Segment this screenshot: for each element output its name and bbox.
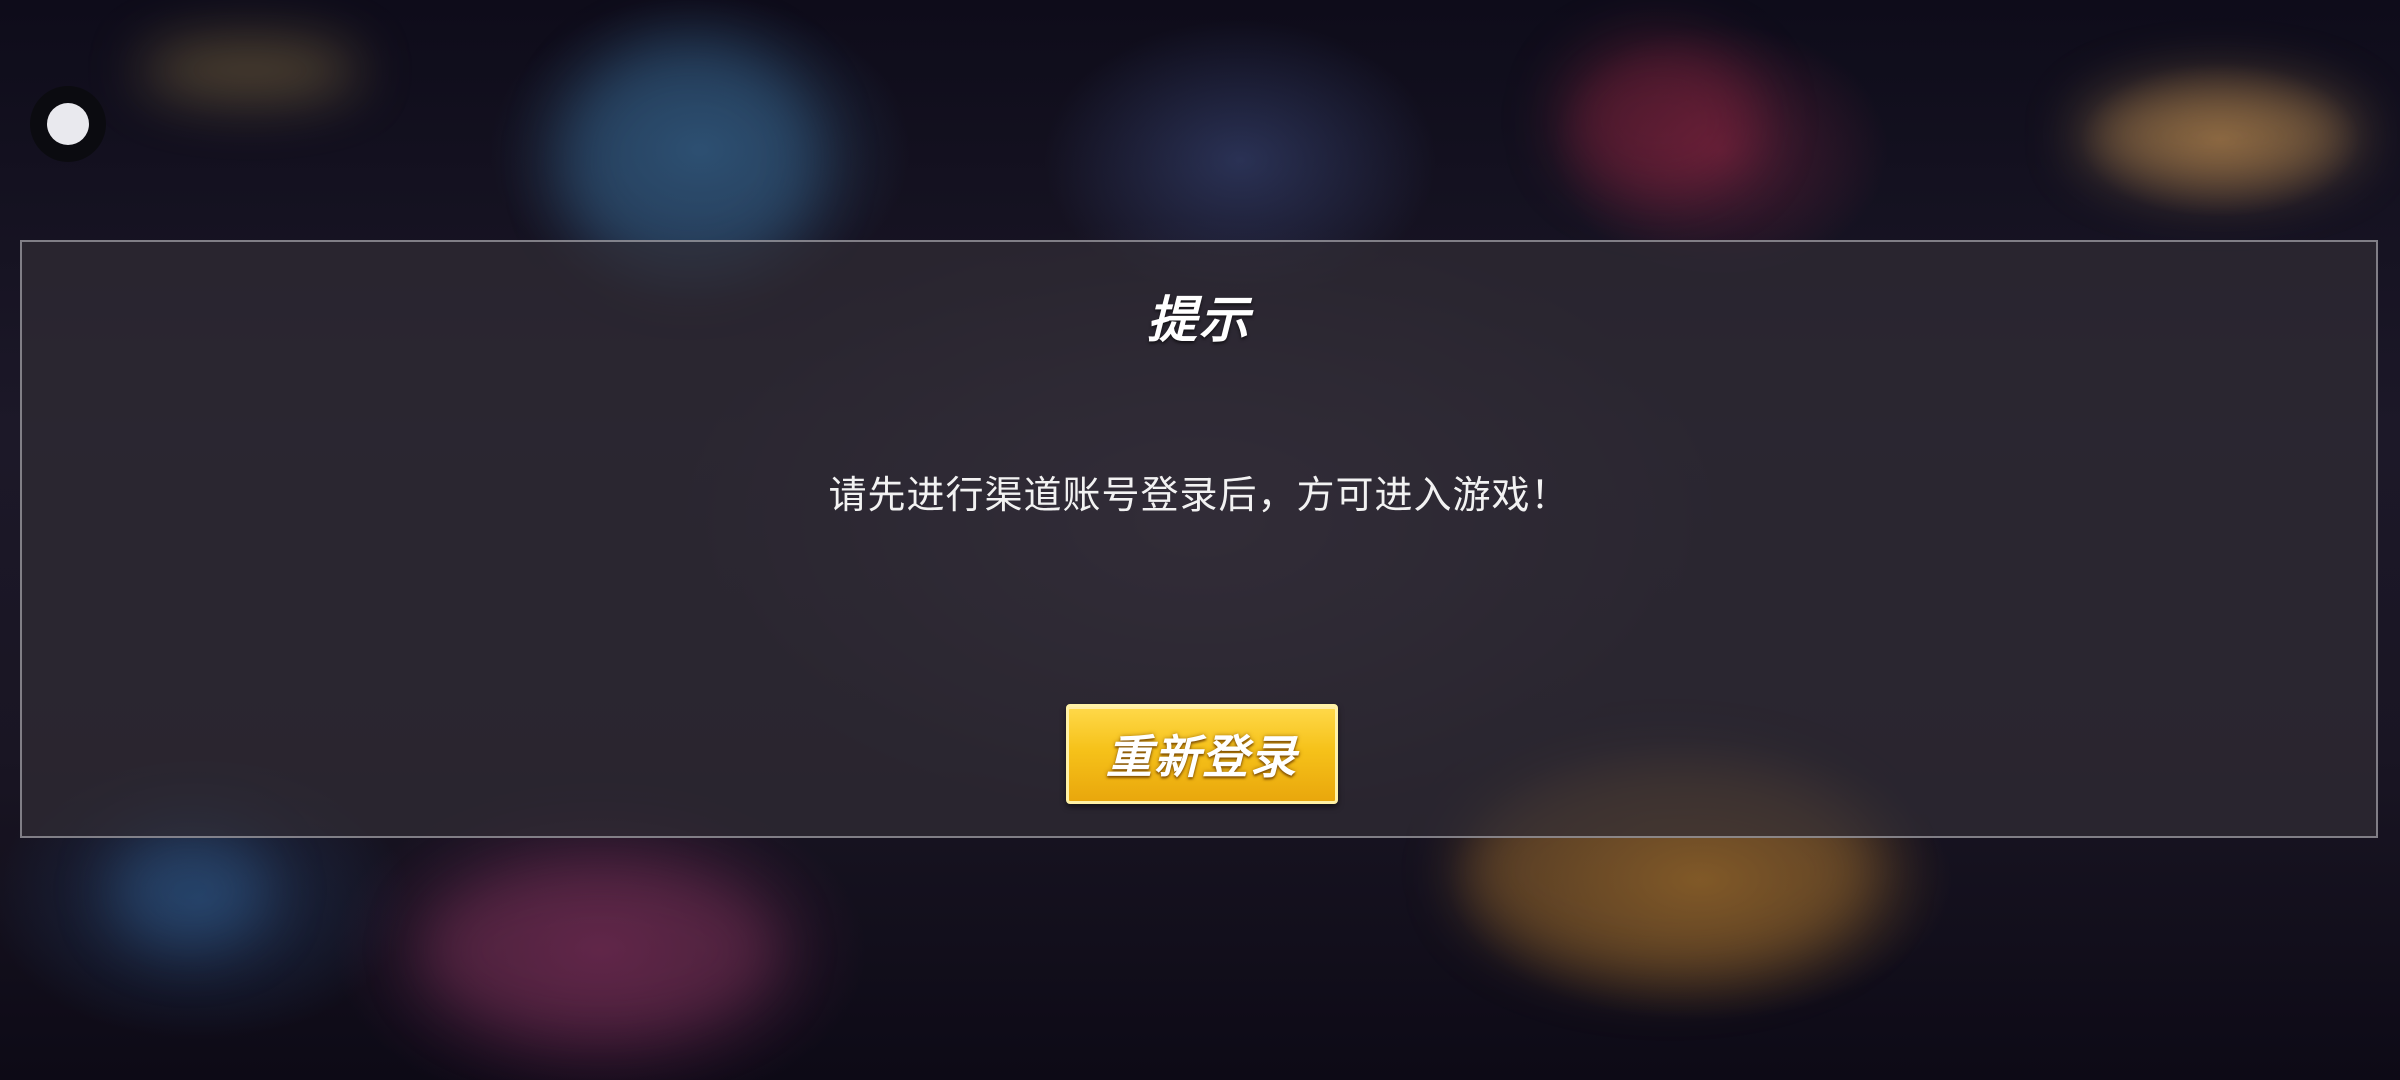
background-blur-shape [110,830,270,950]
relogin-button[interactable]: 重新登录 [1066,704,1338,804]
background-blur-shape [2080,80,2360,190]
background-blur-shape [1560,40,1760,200]
dialog-message: 请先进行渠道账号登录后，方可进入游戏！ [828,473,1570,517]
background-blur-shape [420,860,780,1040]
dialog-title: 提示 [1147,291,1251,349]
floating-menu-dot-icon [47,103,89,145]
game-background: 提示 请先进行渠道账号登录后，方可进入游戏！ 重新登录 [0,0,2400,1080]
floating-menu-button[interactable] [30,86,106,162]
login-prompt-dialog: 提示 请先进行渠道账号登录后，方可进入游戏！ 重新登录 [20,240,2378,838]
background-blur-shape [140,40,360,100]
relogin-button-label: 重新登录 [1106,730,1298,784]
